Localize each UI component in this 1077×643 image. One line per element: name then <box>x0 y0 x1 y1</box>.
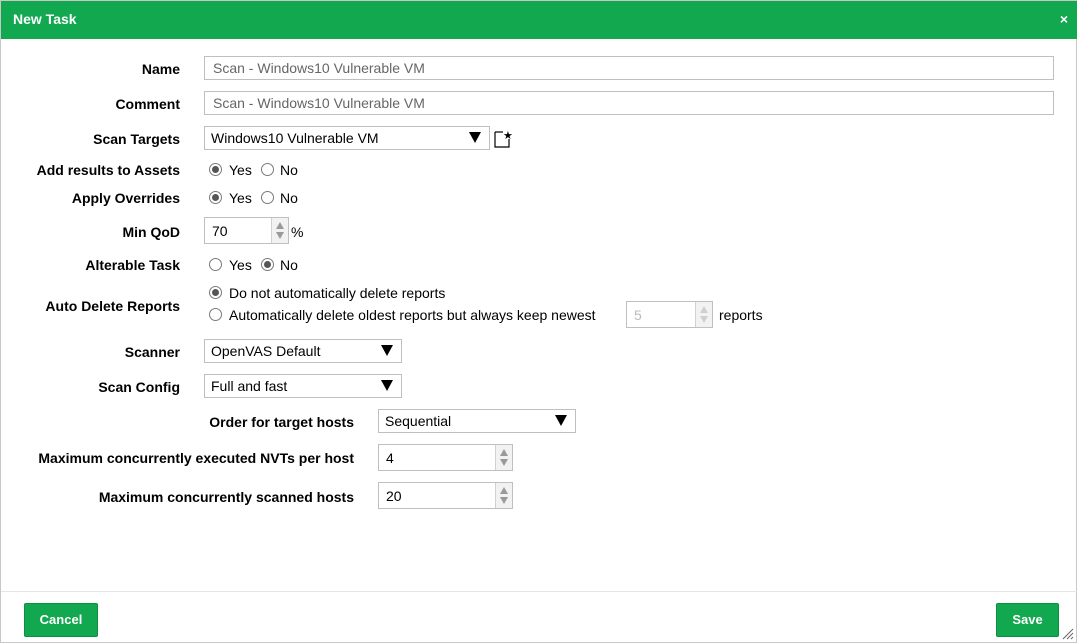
alterable-yes-radio[interactable] <box>209 258 222 271</box>
dialog-titlebar: New Task × <box>1 1 1077 39</box>
alterable-yes-label: Yes <box>229 257 252 273</box>
min-qod-spinner[interactable]: 70 <box>204 217 289 244</box>
arrow-up-icon[interactable] <box>500 487 508 494</box>
chevron-down-icon <box>381 345 393 356</box>
apply-overrides-label: Apply Overrides <box>71 190 180 206</box>
keep-reports-spinner[interactable]: 5 <box>626 301 713 328</box>
min-qod-stepper[interactable] <box>271 218 288 243</box>
arrow-down-icon[interactable] <box>700 316 708 323</box>
scanner-label: Scanner <box>124 344 180 360</box>
chevron-down-icon <box>469 132 481 143</box>
scanner-select[interactable]: OpenVAS Default <box>204 339 402 363</box>
add-results-yes-radio[interactable] <box>209 163 222 176</box>
svg-text:★: ★ <box>503 129 512 142</box>
scan-config-select[interactable]: Full and fast <box>204 374 402 398</box>
add-results-label: Add results to Assets <box>36 162 180 178</box>
dialog-title: New Task <box>13 11 77 27</box>
alterable-no-radio[interactable] <box>261 258 274 271</box>
order-hosts-label: Order for target hosts <box>209 414 354 430</box>
comment-label: Comment <box>115 96 180 112</box>
arrow-up-icon[interactable] <box>500 449 508 456</box>
scanner-value: OpenVAS Default <box>211 343 321 359</box>
keep-reports-unit: reports <box>719 307 763 323</box>
keep-reports-stepper[interactable] <box>695 302 712 327</box>
auto-delete-label: Auto Delete Reports <box>45 298 180 314</box>
max-nvts-spinner[interactable]: 4 <box>378 444 513 471</box>
max-nvts-stepper[interactable] <box>495 445 512 470</box>
auto-delete-none-label: Do not automatically delete reports <box>229 285 446 301</box>
scan-targets-select[interactable]: Windows10 Vulnerable VM <box>204 126 490 150</box>
arrow-down-icon[interactable] <box>276 232 284 239</box>
alterable-no-label: No <box>280 257 298 273</box>
save-button[interactable]: Save <box>996 603 1059 637</box>
add-results-yes-label: Yes <box>229 162 252 178</box>
max-hosts-label: Maximum concurrently scanned hosts <box>98 489 354 505</box>
min-qod-value: 70 <box>212 223 228 239</box>
apply-overrides-no-label: No <box>280 190 298 206</box>
comment-input[interactable]: Scan - Windows10 Vulnerable VM <box>204 91 1054 115</box>
apply-overrides-yes-radio[interactable] <box>209 191 222 204</box>
alterable-task-label: Alterable Task <box>85 257 180 273</box>
arrow-up-icon[interactable] <box>276 222 284 229</box>
add-results-no-radio[interactable] <box>261 163 274 176</box>
max-nvts-label: Maximum concurrently executed NVTs per h… <box>38 450 354 466</box>
auto-delete-none-radio[interactable] <box>209 286 222 299</box>
cancel-button[interactable]: Cancel <box>24 603 98 637</box>
arrow-down-icon[interactable] <box>500 497 508 504</box>
max-hosts-stepper[interactable] <box>495 483 512 508</box>
new-target-icon[interactable]: ★ <box>494 128 512 148</box>
arrow-up-icon[interactable] <box>700 306 708 313</box>
max-hosts-value: 20 <box>386 488 402 504</box>
new-task-dialog: New Task × Name Scan - Windows10 Vulnera… <box>0 0 1077 643</box>
apply-overrides-no-radio[interactable] <box>261 191 274 204</box>
auto-delete-keep-radio[interactable] <box>209 308 222 321</box>
apply-overrides-yes-label: Yes <box>229 190 252 206</box>
min-qod-unit: % <box>291 224 304 240</box>
arrow-down-icon[interactable] <box>500 459 508 466</box>
name-input[interactable]: Scan - Windows10 Vulnerable VM <box>204 56 1054 80</box>
max-hosts-spinner[interactable]: 20 <box>378 482 513 509</box>
scan-config-value: Full and fast <box>211 378 288 394</box>
resize-handle-icon[interactable] <box>1060 626 1074 640</box>
chevron-down-icon <box>381 380 393 391</box>
scan-targets-label: Scan Targets <box>93 131 180 147</box>
order-hosts-select[interactable]: Sequential <box>378 409 576 433</box>
auto-delete-keep-label: Automatically delete oldest reports but … <box>229 307 596 323</box>
close-icon[interactable]: × <box>1060 11 1068 27</box>
name-label: Name <box>141 61 180 77</box>
scan-targets-value: Windows10 Vulnerable VM <box>211 130 379 146</box>
add-results-no-label: No <box>280 162 298 178</box>
order-hosts-value: Sequential <box>385 413 452 429</box>
min-qod-label: Min QoD <box>122 224 180 240</box>
chevron-down-icon <box>555 415 567 426</box>
keep-reports-value: 5 <box>634 307 642 323</box>
max-nvts-value: 4 <box>386 450 394 466</box>
scan-config-label: Scan Config <box>98 379 180 395</box>
footer-divider <box>1 591 1077 592</box>
